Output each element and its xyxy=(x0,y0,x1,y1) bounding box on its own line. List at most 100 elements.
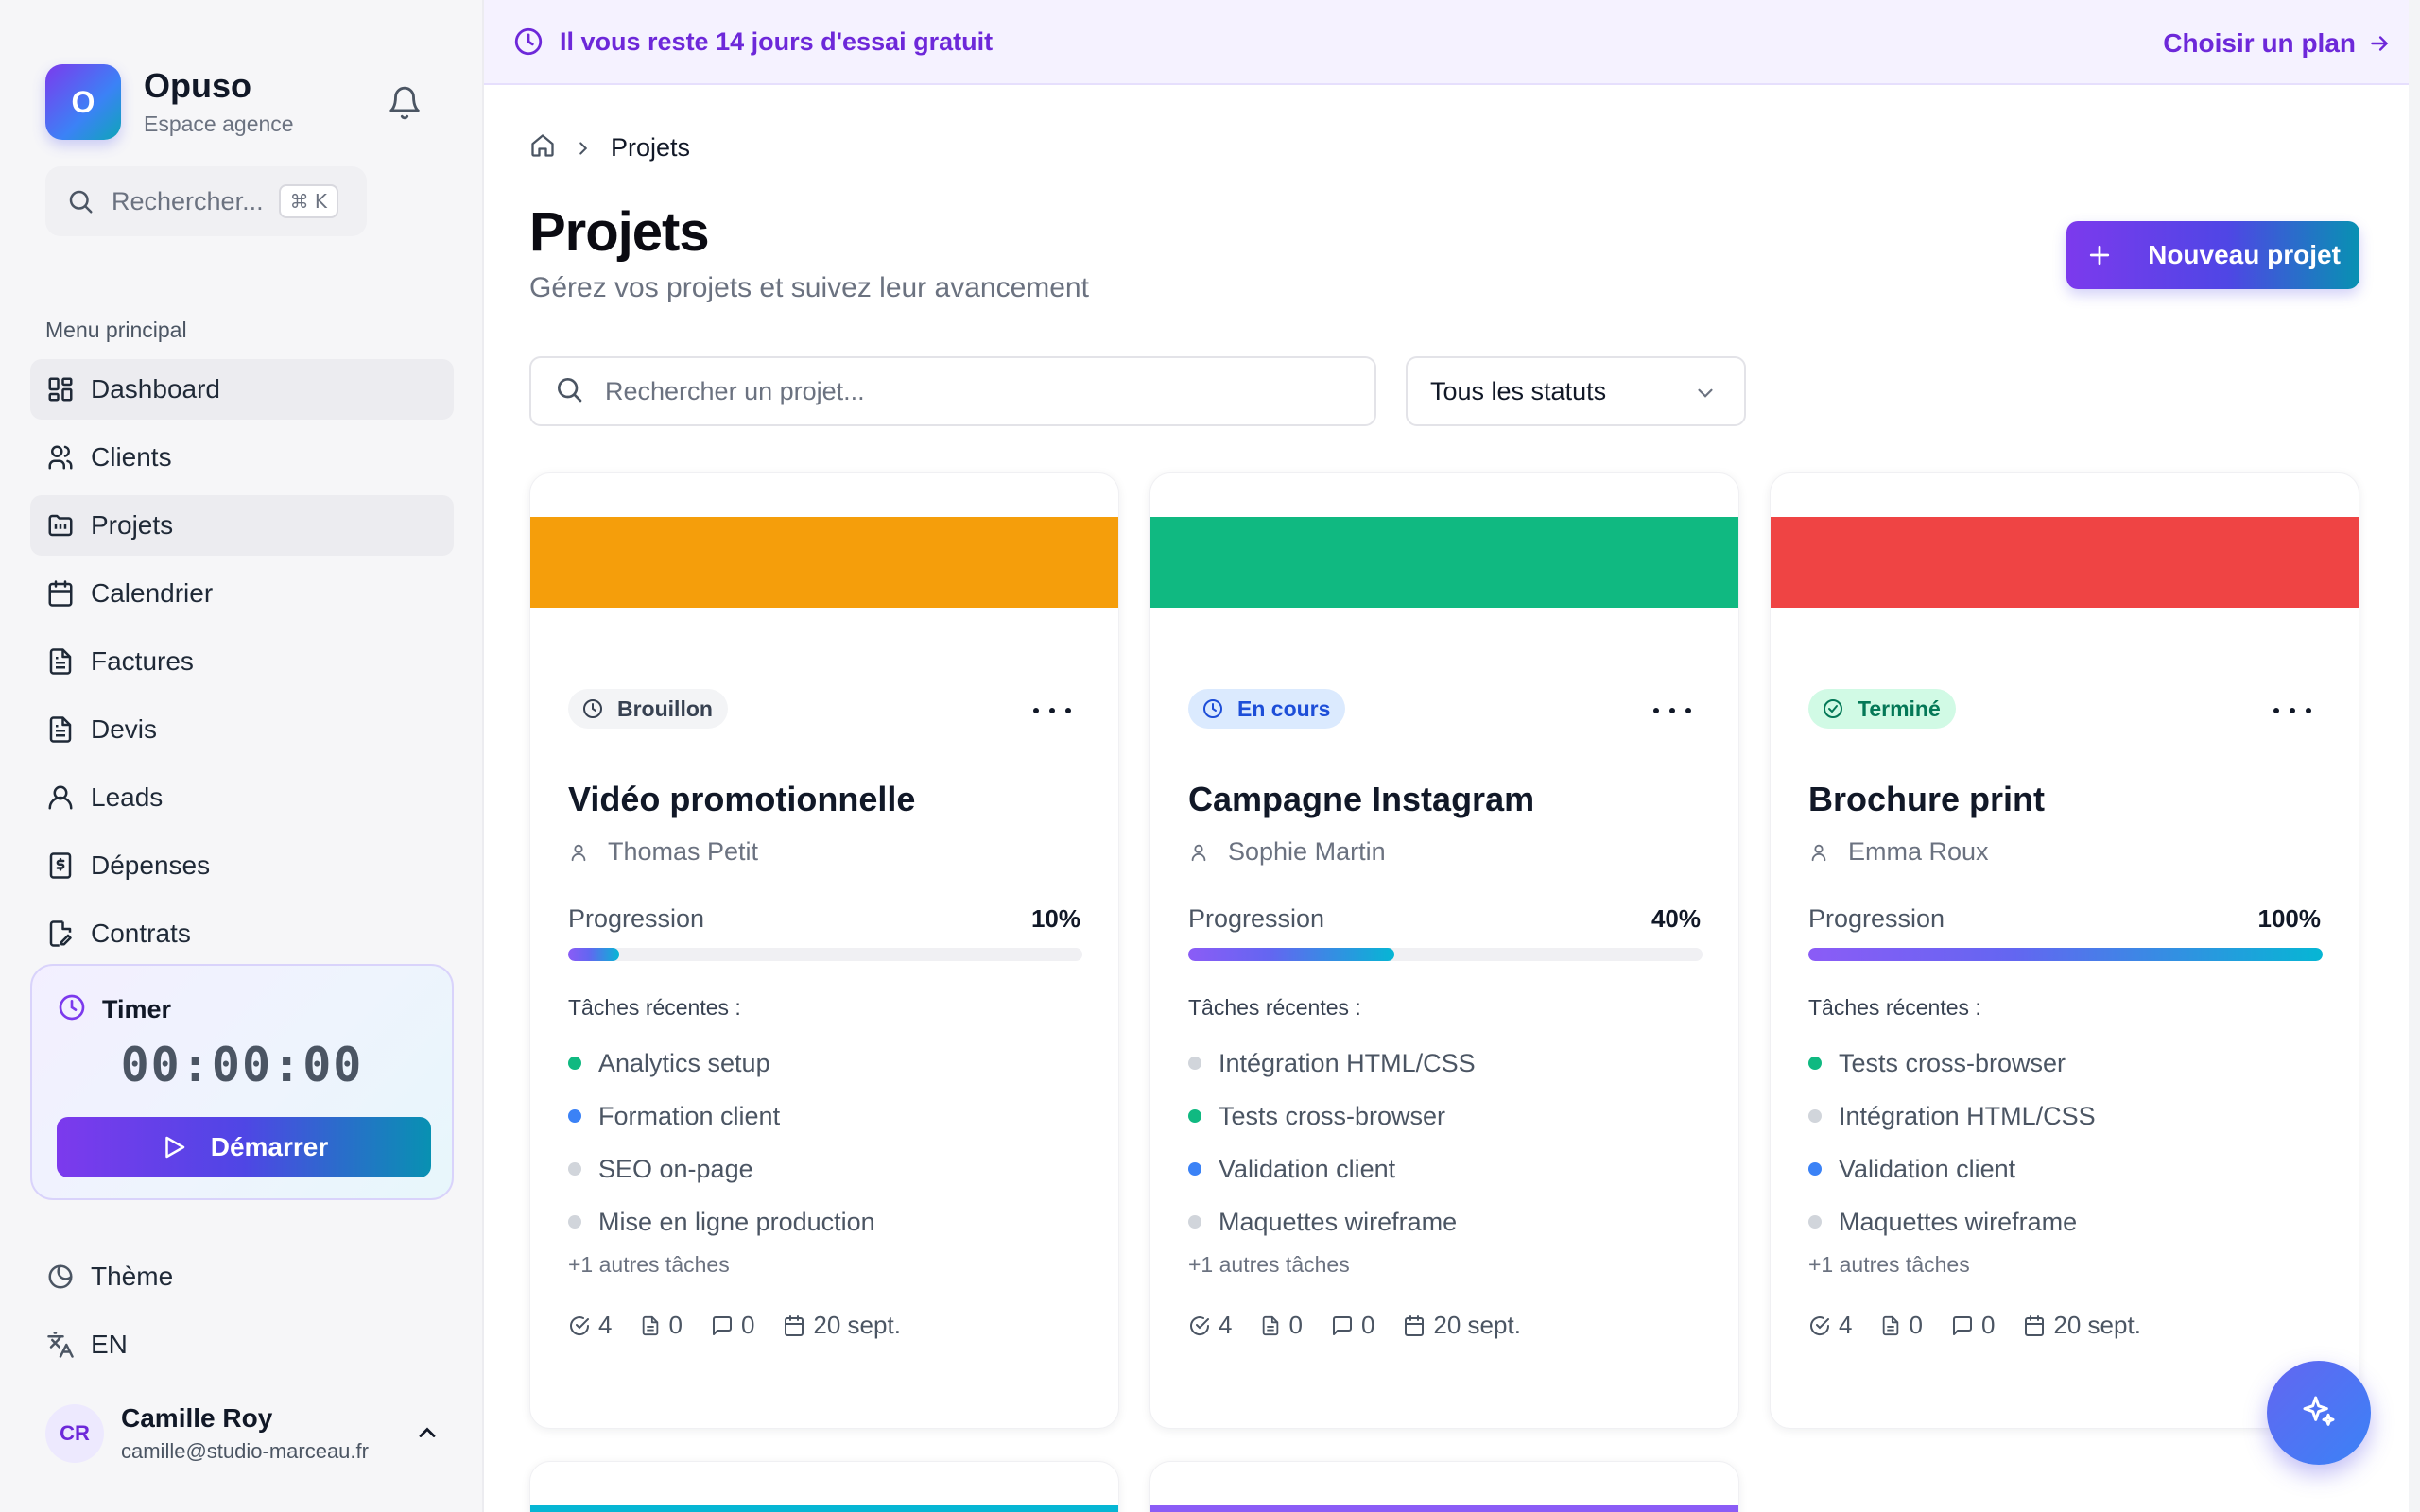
stat-comments: 0 xyxy=(1331,1311,1374,1340)
sidebar-item-label: Clients xyxy=(91,442,172,472)
project-card-partial[interactable] xyxy=(1150,1461,1739,1512)
arrow-right-icon xyxy=(2367,31,2392,56)
task-label: Validation client xyxy=(1219,1154,1396,1183)
stat-comments: 0 xyxy=(711,1311,754,1340)
choose-plan-link[interactable]: Choisir un plan xyxy=(2163,28,2392,59)
sidebar-item-label: Dépenses xyxy=(91,850,211,880)
project-cover xyxy=(1150,517,1738,608)
project-client: Sophie Martin xyxy=(1188,837,1386,867)
status-filter-value: Tous les statuts xyxy=(1430,376,1607,405)
brand-logo: O xyxy=(45,64,121,140)
scrollbar[interactable] xyxy=(2409,0,2420,1512)
contract-icon xyxy=(45,919,76,949)
task-item: Validation client xyxy=(1188,1143,1476,1195)
task-label: Mise en ligne production xyxy=(598,1207,875,1236)
breadcrumb: Projets xyxy=(529,132,690,163)
task-label: Analytics setup xyxy=(598,1048,770,1077)
check-circle-icon xyxy=(1810,1315,1830,1335)
sidebar-item-label: Projets xyxy=(91,510,174,540)
page-subtitle: Gérez vos projets et suivez leur avancem… xyxy=(529,272,1089,303)
recent-tasks-label: Tâches récentes : xyxy=(568,995,741,1020)
task-item: Intégration HTML/CSS xyxy=(1188,1037,1476,1090)
user-icon xyxy=(568,842,589,863)
timer-display: 00:00:00 xyxy=(120,1038,364,1092)
new-project-label: Nouveau projet xyxy=(2148,240,2341,269)
comment-icon xyxy=(1952,1315,1972,1335)
stat-files: 0 xyxy=(1880,1311,1923,1340)
project-card[interactable]: En cours Campagne Instagram Sophie Marti… xyxy=(1150,472,1739,1429)
user-icon xyxy=(1188,842,1209,863)
sidebar-item-devis[interactable]: Devis xyxy=(30,699,454,760)
language-toggle[interactable]: EN xyxy=(30,1314,454,1375)
theme-toggle[interactable]: Thème xyxy=(30,1246,454,1307)
task-label: Formation client xyxy=(598,1101,781,1130)
stat-comments: 0 xyxy=(1951,1311,1995,1340)
stat-date-value: 20 sept. xyxy=(2053,1311,2141,1339)
stat-date: 20 sept. xyxy=(783,1311,901,1340)
document-icon xyxy=(45,646,76,677)
sidebar-item-label: Factures xyxy=(91,646,194,676)
file-icon xyxy=(1263,1315,1279,1335)
user-name: Camille Roy xyxy=(121,1403,273,1433)
stat-tasks: 4 xyxy=(1188,1311,1232,1340)
moon-icon xyxy=(45,1262,76,1292)
project-card[interactable]: Terminé Brochure print Emma Roux Progres… xyxy=(1770,472,2360,1429)
chevron-down-icon xyxy=(1693,381,1718,405)
sidebar-item-contrats[interactable]: Contrats xyxy=(30,903,454,964)
ai-assistant-button[interactable] xyxy=(2267,1361,2371,1465)
task-status-dot xyxy=(1808,1109,1822,1123)
document-icon xyxy=(45,714,76,745)
timer-label: Timer xyxy=(102,995,172,1023)
sidebar-item-dashboard[interactable]: Dashboard xyxy=(30,359,454,420)
trial-banner: Il vous reste 14 jours d'essai gratuit C… xyxy=(484,0,2409,85)
sidebar-item-clients[interactable]: Clients xyxy=(30,427,454,488)
project-cover xyxy=(1150,1505,1738,1512)
task-status-dot xyxy=(1188,1109,1201,1123)
sidebar-search[interactable]: Rechercher... ⌘ K xyxy=(45,166,367,236)
more-tasks-text: +1 autres tâches xyxy=(568,1252,730,1277)
stat-tasks-value: 4 xyxy=(1839,1311,1853,1339)
search-shortcut-badge: ⌘ K xyxy=(278,184,339,218)
project-search-input[interactable]: Rechercher un projet... xyxy=(529,356,1376,426)
brand-name: Opuso xyxy=(144,65,251,105)
stat-tasks-value: 4 xyxy=(1219,1311,1233,1339)
task-status-dot xyxy=(568,1057,581,1070)
task-status-dot xyxy=(1188,1162,1201,1176)
avatar: CR xyxy=(45,1404,104,1463)
more-options-icon[interactable] xyxy=(1653,696,1691,725)
sidebar-item-projets[interactable]: Projets xyxy=(30,495,454,556)
project-stats: 4 0 0 20 sept. xyxy=(1808,1311,2169,1340)
progress-bar xyxy=(1188,948,1703,961)
notifications-bell-icon[interactable] xyxy=(383,81,426,125)
sidebar-item-label: Devis xyxy=(91,714,158,744)
sidebar-item-calendrier[interactable]: Calendrier xyxy=(30,563,454,624)
check-circle-icon xyxy=(1822,697,1844,720)
project-card-partial[interactable] xyxy=(529,1461,1119,1512)
stat-files: 0 xyxy=(1260,1311,1303,1340)
user-email: camille@studio-marceau.fr xyxy=(121,1439,369,1463)
page-title: Projets xyxy=(529,201,710,263)
chevron-up-icon[interactable] xyxy=(412,1418,442,1448)
clock-icon xyxy=(57,992,87,1027)
brand[interactable]: O Opuso Espace agence xyxy=(45,64,294,140)
project-title: Campagne Instagram xyxy=(1188,780,1535,818)
status-filter-select[interactable]: Tous les statuts xyxy=(1406,356,1746,426)
task-label: Maquettes wireframe xyxy=(1839,1207,2078,1236)
task-item: Mise en ligne production xyxy=(568,1195,875,1248)
home-icon[interactable] xyxy=(529,132,556,163)
more-options-icon[interactable] xyxy=(1033,696,1071,725)
task-status-dot xyxy=(568,1215,581,1228)
sidebar-item-leads[interactable]: Leads xyxy=(30,767,454,828)
more-options-icon[interactable] xyxy=(2273,696,2311,725)
task-status-dot xyxy=(568,1109,581,1123)
sidebar-item-depenses[interactable]: Dépenses xyxy=(30,835,454,896)
task-status-dot xyxy=(1188,1215,1201,1228)
user-menu[interactable]: CR Camille Roy camille@studio-marceau.fr xyxy=(45,1393,442,1474)
stat-files: 0 xyxy=(640,1311,683,1340)
timer-start-button[interactable]: Démarrer xyxy=(57,1117,431,1177)
search-icon xyxy=(66,186,96,216)
project-card[interactable]: Brouillon Vidéo promotionnelle Thomas Pe… xyxy=(529,472,1119,1429)
sidebar-item-label: Dashboard xyxy=(91,374,220,404)
sidebar-item-factures[interactable]: Factures xyxy=(30,631,454,692)
new-project-button[interactable]: Nouveau projet xyxy=(2066,221,2360,289)
